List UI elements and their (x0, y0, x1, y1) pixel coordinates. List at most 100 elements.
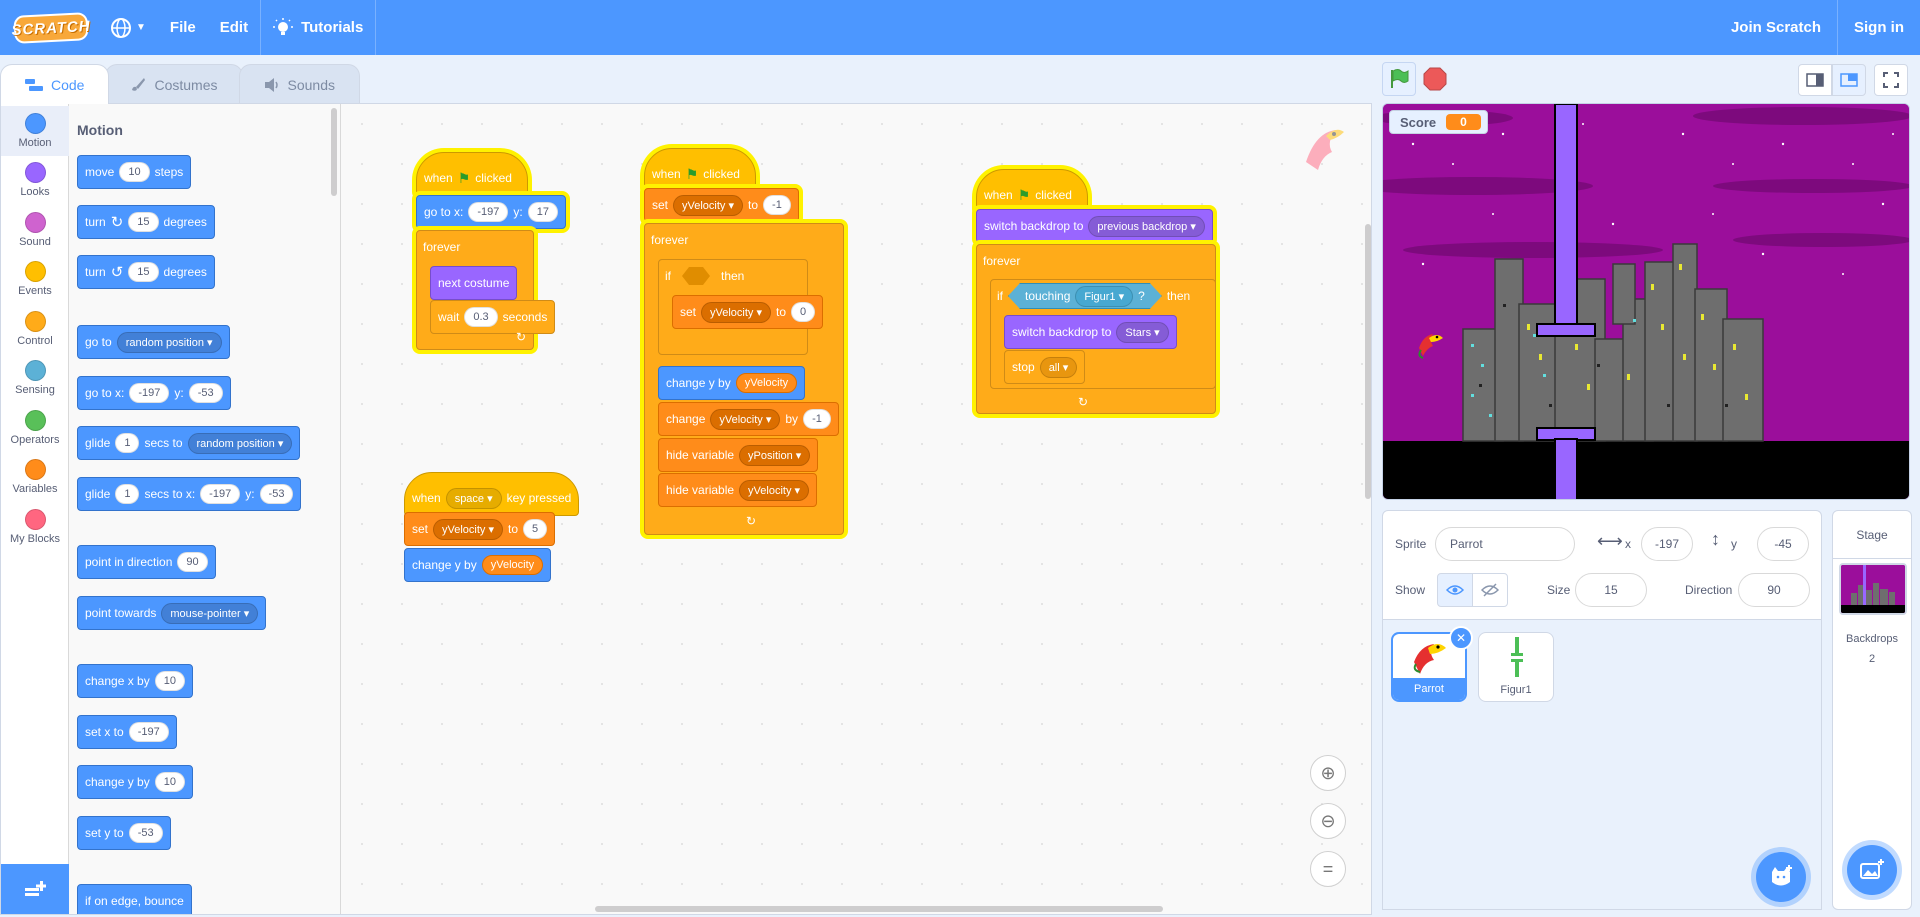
palette-scrollbar[interactable] (331, 108, 337, 196)
block-input[interactable]: -1 (763, 195, 791, 215)
category-operators[interactable]: Operators (1, 403, 69, 453)
variable-reporter[interactable]: yVelocity (481, 555, 544, 575)
language-menu[interactable]: ▼ (98, 0, 158, 55)
green-flag-button[interactable] (1382, 62, 1416, 96)
block-dropdown[interactable]: previous backdrop (1088, 215, 1205, 237)
normal-stage-button[interactable] (1832, 64, 1866, 96)
block-dropdown[interactable]: yVelocity (739, 479, 810, 501)
scripts-vertical-scrollbar[interactable] (1365, 224, 1371, 499)
scratch-logo[interactable]: SCRATCH (11, 11, 91, 44)
tutorials-button[interactable]: Tutorials (261, 0, 375, 55)
glide-to-block[interactable]: glide 1 secs to random position (77, 426, 301, 460)
block-dropdown[interactable]: random position (116, 331, 222, 353)
file-menu[interactable]: File (158, 0, 208, 55)
change-variable-block[interactable]: change yVelocity by -1 (658, 402, 839, 436)
zoom-reset-button[interactable]: = (1310, 851, 1346, 887)
turn-left-block[interactable]: turn ↺ 15 degrees (77, 255, 215, 289)
add-extension-button[interactable] (1, 864, 69, 914)
block-input[interactable]: 0.3 (464, 307, 498, 327)
category-sensing[interactable]: Sensing (1, 354, 69, 404)
y-position-input[interactable]: -45 (1757, 527, 1809, 561)
go-to-xy-block[interactable]: go to x: -197 y: 17 (416, 195, 566, 229)
block-dropdown[interactable]: yVelocity (673, 194, 744, 216)
next-costume-block[interactable]: next costume (430, 266, 518, 300)
glide-to-xy-block[interactable]: glide 1 secs to x: -197 y: -53 (77, 477, 302, 511)
choose-sprite-button[interactable] (1756, 852, 1806, 902)
block-input[interactable]: 1 (115, 433, 140, 453)
category-sound[interactable]: Sound (1, 205, 69, 255)
block-input[interactable]: -197 (128, 722, 169, 742)
show-sprite-button[interactable] (1437, 573, 1473, 607)
size-input[interactable]: 15 (1575, 573, 1647, 607)
block-input[interactable]: 0 (791, 302, 816, 322)
block-input[interactable]: 90 (177, 552, 208, 572)
when-flag-clicked-block[interactable]: when ⚑ clicked (976, 169, 1088, 213)
block-dropdown[interactable]: all (1039, 356, 1078, 378)
block-input[interactable]: 15 (128, 212, 159, 232)
block-dropdown[interactable]: random position (187, 432, 293, 454)
sign-in-link[interactable]: Sign in (1838, 0, 1920, 55)
category-my-blocks[interactable]: My Blocks (1, 502, 69, 552)
stop-button[interactable] (1422, 66, 1448, 92)
change-x-block[interactable]: change x by 10 (77, 664, 193, 698)
category-motion[interactable]: Motion (1, 106, 69, 156)
set-variable-block[interactable]: set yVelocity to 0 (672, 295, 824, 329)
direction-input[interactable]: 90 (1738, 573, 1810, 607)
change-y-block[interactable]: change y by 10 (77, 765, 193, 799)
block-input[interactable]: -197 (468, 202, 509, 222)
block-input[interactable]: -197 (129, 383, 170, 403)
choose-backdrop-button[interactable] (1847, 845, 1897, 895)
block-input[interactable]: -53 (259, 484, 294, 504)
when-flag-clicked-block[interactable]: when ⚑ clicked (644, 148, 756, 192)
category-events[interactable]: Events (1, 255, 69, 305)
score-monitor[interactable]: Score 0 (1389, 110, 1488, 134)
x-position-input[interactable]: -197 (1641, 527, 1693, 561)
block-input[interactable]: -1 (803, 409, 831, 429)
zoom-out-button[interactable]: ⊖ (1310, 803, 1346, 839)
set-variable-block[interactable]: set yVelocity to 5 (404, 512, 556, 546)
hide-variable-block[interactable]: hide variable yVelocity (658, 473, 818, 507)
when-flag-clicked-block[interactable]: when ⚑ clicked (416, 152, 528, 196)
block-input[interactable]: 10 (154, 671, 185, 691)
scripts-horizontal-scrollbar[interactable] (595, 906, 1163, 912)
stop-block[interactable]: stop all (1004, 350, 1086, 384)
hide-sprite-button[interactable] (1472, 573, 1508, 607)
switch-backdrop-block[interactable]: switch backdrop to Stars (1004, 315, 1177, 349)
change-y-block[interactable]: change y by yVelocity (658, 366, 806, 400)
block-input[interactable]: -53 (188, 383, 223, 403)
bounce-block[interactable]: if on edge, bounce (77, 884, 192, 914)
block-dropdown[interactable]: yVelocity (701, 301, 772, 323)
variable-reporter[interactable]: yVelocity (735, 373, 798, 393)
block-input[interactable]: -53 (128, 823, 163, 843)
set-variable-block[interactable]: set yVelocity to -1 (644, 188, 799, 222)
small-stage-button[interactable] (1798, 64, 1832, 96)
edit-menu[interactable]: Edit (208, 0, 260, 55)
block-dropdown[interactable]: mouse-pointer (161, 602, 259, 624)
point-towards-block[interactable]: point towards mouse-pointer (77, 596, 267, 630)
when-key-pressed-block[interactable]: when space key pressed (404, 472, 580, 516)
tab-code[interactable]: Code (0, 64, 110, 104)
join-scratch-link[interactable]: Join Scratch (1715, 0, 1837, 55)
block-input[interactable]: 15 (128, 262, 159, 282)
fullscreen-button[interactable] (1874, 64, 1908, 96)
go-to-block[interactable]: go to random position (77, 325, 230, 359)
delete-sprite-button[interactable]: ✕ (1449, 626, 1473, 650)
block-input[interactable]: 5 (523, 519, 548, 539)
switch-backdrop-block[interactable]: switch backdrop to previous backdrop (976, 209, 1213, 243)
block-input[interactable]: 10 (154, 772, 185, 792)
stage-thumbnail[interactable] (1839, 563, 1907, 615)
sprite-card-figur1[interactable]: Figur1 (1478, 632, 1554, 702)
block-dropdown[interactable]: yPosition (739, 444, 811, 466)
category-control[interactable]: Control (1, 304, 69, 354)
wait-block[interactable]: wait 0.3 seconds (430, 300, 556, 334)
stage-canvas[interactable]: Score 0 (1382, 103, 1910, 500)
tab-costumes[interactable]: Costumes (105, 64, 243, 104)
block-dropdown[interactable]: Figur1 (1075, 286, 1133, 307)
zoom-in-button[interactable]: ⊕ (1310, 755, 1346, 791)
sprite-card-parrot[interactable]: Parrot ✕ (1391, 626, 1473, 702)
category-variables[interactable]: Variables (1, 453, 69, 503)
set-y-block[interactable]: set y to -53 (77, 816, 171, 850)
set-x-block[interactable]: set x to -197 (77, 715, 177, 749)
block-input[interactable]: 10 (119, 162, 150, 182)
go-to-xy-block[interactable]: go to x: -197 y: -53 (77, 376, 231, 410)
